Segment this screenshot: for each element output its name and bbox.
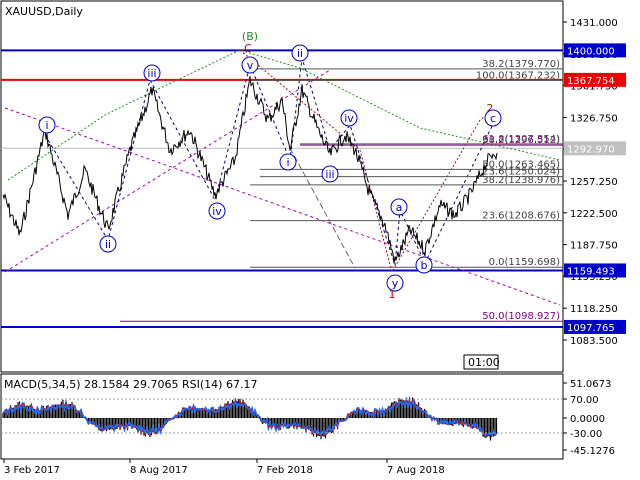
wave-label: iii [325,168,334,181]
price-tick-label: 1222.500 [570,209,618,220]
wave-label: iv [212,205,222,218]
wave-label: i [286,156,289,169]
main-panel [0,0,564,373]
date-tick-label: 7 Feb 2018 [257,465,313,476]
fib-level-label: 100.0(1367.232) [476,70,560,81]
price-chart[interactable]: 38.2(1379.770)100.0(1367.232)38.2(1296.5… [0,0,640,480]
price-tick-label: 1118.250 [570,304,618,315]
level-price-label: 1159.493 [567,266,615,277]
timeframe-badge-label: 01:00 [468,356,500,369]
wave-label: v [247,59,254,72]
date-tick-label: 7 Aug 2018 [387,465,445,476]
wave-label: i [45,119,48,132]
indicator-tick-label: -45.1276 [570,446,615,457]
price-tick-label: 1083.500 [570,336,618,347]
date-tick-label: 3 Feb 2017 [4,465,60,476]
wave-label: ii [297,47,303,60]
fib-level-label: 0.0(1159.698) [489,257,561,268]
wave-label: y [392,277,399,290]
level-price-label: 1097.765 [567,323,615,334]
wave-label: iv [344,112,354,125]
wave-label: ii [105,238,111,251]
fib-level-label: 61.8(1307.354) [482,134,560,145]
fib-level-label: 50.0(1098.927) [482,311,560,322]
indicator-tick-label: -30.00 [570,429,602,440]
indicator-tick-label: 70.00 [570,395,599,406]
indicator-title: MACD(5,34,5) 28.1584 29.7065 RSI(14) 67.… [4,378,257,391]
level-price-label: 1367.754 [567,76,615,87]
fib-level-label: 23.6(1208.676) [482,211,560,222]
price-axis: 1431.0001396.2501361.7501326.7501292.250… [563,18,618,347]
date-tick-label: 8 Aug 2017 [130,465,188,476]
wave-label: iii [147,67,156,80]
price-tick-label: 1257.250 [570,177,618,188]
current-price-label: 1292.970 [567,144,615,155]
price-tick-label: 1187.750 [570,241,618,252]
price-tick-label: 1326.750 [570,113,618,124]
indicator-tick-label: 0.0000 [570,414,605,425]
wave-label: c [490,112,496,125]
date-axis: 3 Feb 2017 8 Aug 2017 7 Feb 2018 7 Aug 2018 [3,459,445,476]
wave-label: C [244,42,252,55]
fib-level-label: 38.2(1238.976) [482,175,560,186]
wave-label: b [421,259,428,272]
chart-title: XAUUSD,Daily [5,5,83,18]
wave-label: a [396,201,403,214]
level-price-label: 1400.000 [567,46,615,57]
fib-level-label: 38.2(1379.770) [482,59,560,70]
indicator-tick-label: 51.0673 [570,379,611,390]
price-tick-label: 1431.000 [570,18,618,29]
